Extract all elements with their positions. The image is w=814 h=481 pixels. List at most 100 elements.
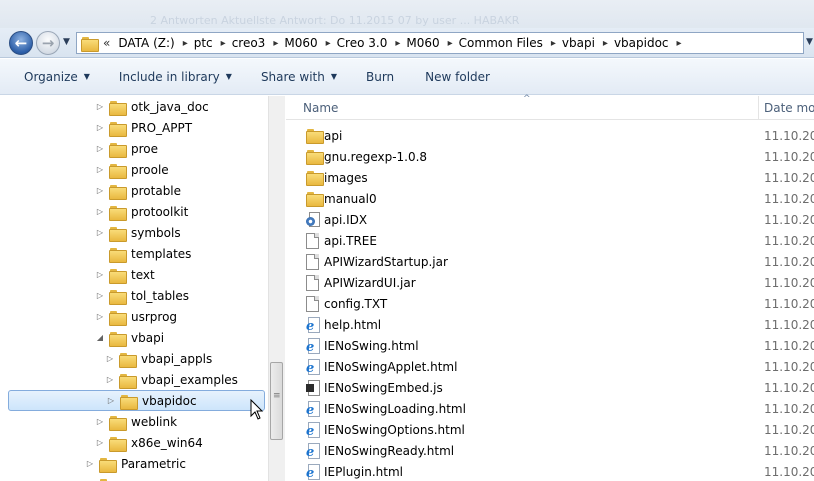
forward-button[interactable]: →: [36, 31, 60, 55]
folder-icon: [109, 289, 127, 305]
tree-item-weblink[interactable]: ▷ weblink: [93, 411, 177, 432]
recent-pages-dropdown-icon[interactable]: ▼: [63, 37, 70, 47]
chevron-right-icon[interactable]: ▸: [677, 38, 682, 49]
tree-item-proe[interactable]: ▷ proe: [93, 138, 158, 159]
address-bar[interactable]: « DATA (Z:) ▸ ptc ▸ creo3 ▸ M060 ▸ Creo 3.0 ▸ M060…: [76, 32, 804, 54]
file-row[interactable]: IENoSwingEmbed.js 11.10.201: [286, 378, 814, 399]
expand-arrow-icon[interactable]: ▷: [103, 375, 117, 384]
breadcrumb-item[interactable]: DATA (Z:) ▸: [118, 36, 193, 50]
breadcrumb-label: Creo 3.0: [336, 36, 388, 50]
column-header-date[interactable]: Date mod: [764, 101, 814, 115]
breadcrumb-item[interactable]: creo3 ▸: [232, 36, 285, 50]
folder-icon: [109, 247, 127, 263]
tree-item-tol-tables[interactable]: ▷ tol_tables: [93, 285, 189, 306]
file-date: 11.10.201: [764, 381, 814, 395]
tree-item-vbapi-appls[interactable]: ▷ vbapi_appls: [103, 348, 212, 369]
breadcrumb-item[interactable]: Common Files ▸: [459, 36, 562, 50]
expand-arrow-icon[interactable]: ▷: [93, 291, 107, 300]
expand-arrow-icon[interactable]: ▷: [93, 102, 107, 111]
breadcrumb-item[interactable]: M060 ▸: [284, 36, 336, 50]
tree-item-usrprog[interactable]: ▷ usrprog: [93, 306, 177, 327]
expand-arrow-icon[interactable]: ▷: [93, 186, 107, 195]
tree-item-symbols[interactable]: ▷ symbols: [93, 222, 181, 243]
file-row[interactable]: eIENoSwingReady.html 11.10.201: [286, 441, 814, 462]
file-row[interactable]: eIENoSwingApplet.html 11.10.201: [286, 357, 814, 378]
tree-item-text[interactable]: ▷ text: [93, 264, 155, 285]
chevron-right-icon[interactable]: ▸: [221, 38, 226, 49]
breadcrumb-label: vbapidoc: [613, 36, 669, 50]
breadcrumb-item[interactable]: ptc ▸: [194, 36, 232, 50]
tree-item-otk-java-doc[interactable]: ▷ otk_java_doc: [93, 96, 209, 117]
tree-item-templates[interactable]: templates: [93, 243, 191, 264]
file-row[interactable]: eIENoSwingOptions.html 11.10.201: [286, 420, 814, 441]
mouse-cursor-icon: [250, 399, 264, 420]
file-row[interactable]: eIENoSwing.html 11.10.201: [286, 336, 814, 357]
breadcrumb-item[interactable]: Creo 3.0 ▸: [337, 36, 407, 50]
file-date: 11.10.201: [764, 360, 814, 374]
chevron-right-icon[interactable]: ▸: [448, 38, 453, 49]
expand-arrow-icon[interactable]: ▷: [93, 144, 107, 153]
column-header-name[interactable]: Name: [303, 101, 338, 115]
file-row[interactable]: gnu.regexp-1.0.8 11.10.201: [286, 147, 814, 168]
tree-item-label: vbapi_examples: [141, 372, 238, 387]
file-row[interactable]: eIENoSwingLoading.html 11.10.201: [286, 399, 814, 420]
folder-icon: [109, 226, 127, 242]
file-row[interactable]: config.TXT 11.10.201: [286, 294, 814, 315]
file-name: IENoSwingApplet.html: [324, 360, 458, 374]
chevron-right-icon[interactable]: ▸: [603, 38, 608, 49]
tree-item-vbapidoc[interactable]: ▷ vbapidoc: [8, 390, 265, 411]
file-row[interactable]: eIEPlugin.html 11.10.201: [286, 462, 814, 481]
new-folder-button[interactable]: New folder: [425, 70, 490, 84]
file-row[interactable]: manual0 11.10.201: [286, 189, 814, 210]
tree-item-protoolkit[interactable]: ▷ protoolkit: [93, 201, 188, 222]
burn-button[interactable]: Burn: [366, 70, 394, 84]
expand-arrow-icon[interactable]: ▷: [93, 312, 107, 321]
file-row[interactable]: images 11.10.201: [286, 168, 814, 189]
file-date: 11.10.201: [764, 255, 814, 269]
expand-arrow-icon[interactable]: ▷: [93, 438, 107, 447]
expand-arrow-icon[interactable]: ▷: [93, 228, 107, 237]
tree-item-label: Parametric: [121, 456, 186, 471]
expand-arrow-icon[interactable]: ▷: [93, 165, 107, 174]
expand-arrow-icon[interactable]: ▷: [83, 459, 97, 468]
breadcrumb-label: M060: [406, 36, 440, 50]
expand-arrow-icon[interactable]: ▷: [103, 354, 117, 363]
expand-arrow-icon[interactable]: ▷: [93, 270, 107, 279]
chevron-right-icon[interactable]: ▸: [395, 38, 400, 49]
file-row[interactable]: api.IDX 11.10.201: [286, 210, 814, 231]
tree-item-unnamed[interactable]: ▷: [83, 474, 121, 481]
scrollbar-thumb[interactable]: [270, 362, 283, 440]
tree-item-pro-appt[interactable]: ▷ PRO_APPT: [93, 117, 192, 138]
breadcrumb-item[interactable]: M060 ▸: [406, 36, 458, 50]
chevron-right-icon[interactable]: ▸: [326, 38, 331, 49]
overflow-chevron-icon[interactable]: «: [103, 36, 110, 50]
file-row[interactable]: ehelp.html 11.10.201: [286, 315, 814, 336]
tree-item-x86e-win64[interactable]: ▷ x86e_win64: [93, 432, 203, 453]
expand-arrow-icon[interactable]: ▷: [93, 207, 107, 216]
chevron-right-icon[interactable]: ▸: [183, 38, 188, 49]
chevron-right-icon[interactable]: ▸: [551, 38, 556, 49]
back-button[interactable]: ←: [9, 31, 33, 55]
folder-icon: [109, 142, 127, 158]
tree-item-vbapi[interactable]: ◢ vbapi: [93, 327, 164, 348]
expand-arrow-icon[interactable]: ▷: [104, 396, 118, 405]
expand-arrow-icon[interactable]: ▷: [93, 123, 107, 132]
expand-arrow-icon[interactable]: ▷: [93, 417, 107, 426]
organize-button[interactable]: Organize ▼: [24, 70, 90, 84]
tree-item-proole[interactable]: ▷ proole: [93, 159, 169, 180]
chevron-right-icon[interactable]: ▸: [273, 38, 278, 49]
tree-item-vbapi-examples[interactable]: ▷ vbapi_examples: [103, 369, 238, 390]
include-in-library-button[interactable]: Include in library ▼: [119, 70, 232, 84]
file-row[interactable]: APIWizardStartup.jar 11.10.201: [286, 252, 814, 273]
tree-item-protable[interactable]: ▷ protable: [93, 180, 181, 201]
collapse-arrow-icon[interactable]: ◢: [93, 333, 107, 342]
share-with-button[interactable]: Share with ▼: [261, 70, 337, 84]
file-row[interactable]: api 11.10.201: [286, 126, 814, 147]
tree-item-parametric[interactable]: ▷ Parametric: [83, 453, 186, 474]
column-divider[interactable]: [758, 96, 759, 120]
breadcrumb-item[interactable]: vbapidoc ▸: [614, 36, 688, 50]
file-row[interactable]: api.TREE 11.10.201: [286, 231, 814, 252]
file-row[interactable]: APIWizardUI.jar 11.10.201: [286, 273, 814, 294]
address-dropdown-icon[interactable]: ▼: [806, 37, 813, 47]
breadcrumb-item[interactable]: vbapi ▸: [562, 36, 614, 50]
